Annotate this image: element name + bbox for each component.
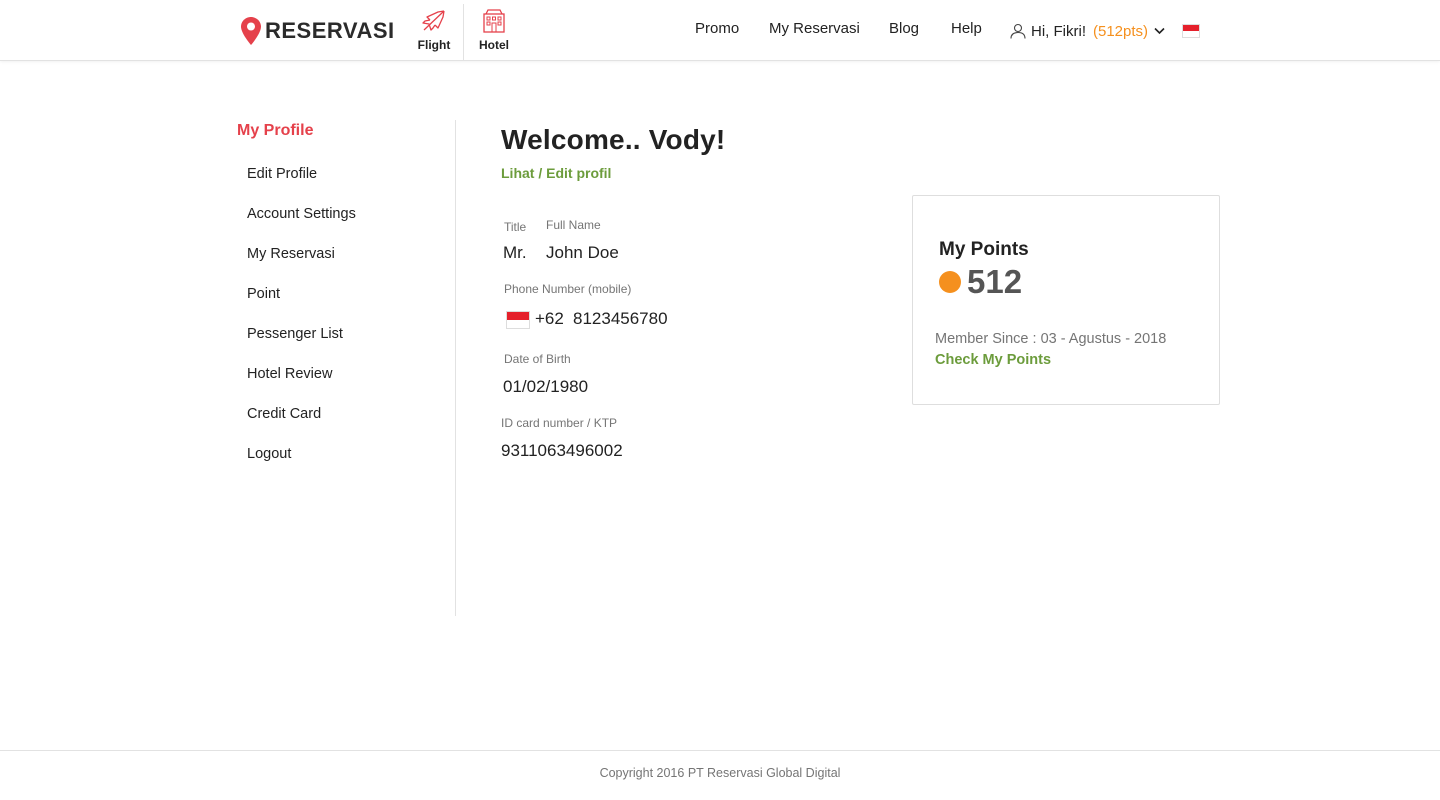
sidebar-item-hotel-review[interactable]: Hotel Review bbox=[247, 366, 332, 382]
nav-blog[interactable]: Blog bbox=[889, 20, 919, 37]
location-pin-icon bbox=[241, 17, 261, 45]
nav-my-reservasi[interactable]: My Reservasi bbox=[769, 20, 860, 37]
sidebar-item-credit-card[interactable]: Credit Card bbox=[247, 406, 321, 422]
nav-promo[interactable]: Promo bbox=[695, 20, 739, 37]
user-points: (512pts) bbox=[1093, 22, 1149, 40]
edit-profile-link[interactable]: Lihat / Edit profil bbox=[501, 165, 611, 181]
phone-country-code: +62 bbox=[535, 309, 564, 328]
welcome-heading: Welcome.. Vody! bbox=[501, 124, 726, 155]
user-icon bbox=[1010, 23, 1026, 39]
points-title: My Points bbox=[939, 239, 1029, 260]
hotel-building-icon bbox=[483, 9, 505, 33]
nav-help[interactable]: Help bbox=[951, 20, 982, 37]
title-value: Mr. bbox=[503, 243, 527, 262]
phone-number-value: 8123456780 bbox=[573, 309, 668, 328]
points-coin-icon bbox=[939, 271, 961, 293]
user-greeting: Hi, Fikri! bbox=[1031, 22, 1086, 40]
airplane-icon bbox=[422, 10, 445, 31]
indonesia-flag-icon[interactable] bbox=[1182, 24, 1200, 38]
logo-text: RESERVASI bbox=[265, 18, 395, 43]
page-footer: Copyright 2016 PT Reservasi Global Digit… bbox=[0, 750, 1440, 800]
points-value: 512 bbox=[967, 263, 1023, 300]
points-card: My Points 512 Member Since : 03 - Agustu… bbox=[912, 195, 1220, 405]
copyright-text: Copyright 2016 PT Reservasi Global Digit… bbox=[599, 766, 841, 780]
indonesia-flag-icon bbox=[506, 311, 530, 329]
dob-label: Date of Birth bbox=[504, 352, 571, 366]
sidebar-item-my-reservasi[interactable]: My Reservasi bbox=[247, 246, 335, 262]
top-header: RESERVASI Flight Hotel Promo My Reservas… bbox=[0, 0, 1440, 61]
member-since: Member Since : 03 - Agustus - 2018 bbox=[935, 331, 1167, 347]
id-card-value: 9311063496002 bbox=[501, 441, 623, 460]
sidebar-item-passenger-list[interactable]: Pessenger List bbox=[247, 326, 343, 342]
check-my-points-link[interactable]: Check My Points bbox=[935, 352, 1051, 368]
full-name-label: Full Name bbox=[546, 218, 601, 232]
phone-label: Phone Number (mobile) bbox=[504, 282, 632, 296]
sidebar-item-edit-profile[interactable]: Edit Profile bbox=[247, 166, 317, 182]
hotel-label: Hotel bbox=[479, 38, 509, 52]
user-menu[interactable]: Hi, Fikri! (512pts) bbox=[1010, 20, 1165, 42]
sidebar-item-account-settings[interactable]: Account Settings bbox=[247, 206, 356, 222]
flight-tab[interactable]: Flight bbox=[404, 6, 464, 56]
sidebar-item-point[interactable]: Point bbox=[247, 286, 280, 302]
full-name-value: John Doe bbox=[546, 243, 619, 262]
sidebar-title: My Profile bbox=[237, 122, 314, 139]
profile-sidebar: My Profile Edit Profile Account Settings… bbox=[237, 120, 456, 616]
title-label: Title bbox=[504, 220, 527, 234]
flight-label: Flight bbox=[417, 38, 451, 52]
hotel-tab[interactable]: Hotel bbox=[464, 6, 524, 56]
sidebar-item-logout[interactable]: Logout bbox=[247, 446, 291, 462]
id-card-label: ID card number / KTP bbox=[501, 416, 618, 430]
dob-value: 01/02/1980 bbox=[503, 377, 589, 396]
reservasi-logo[interactable]: RESERVASI bbox=[241, 16, 395, 46]
chevron-down-icon bbox=[1154, 27, 1165, 35]
